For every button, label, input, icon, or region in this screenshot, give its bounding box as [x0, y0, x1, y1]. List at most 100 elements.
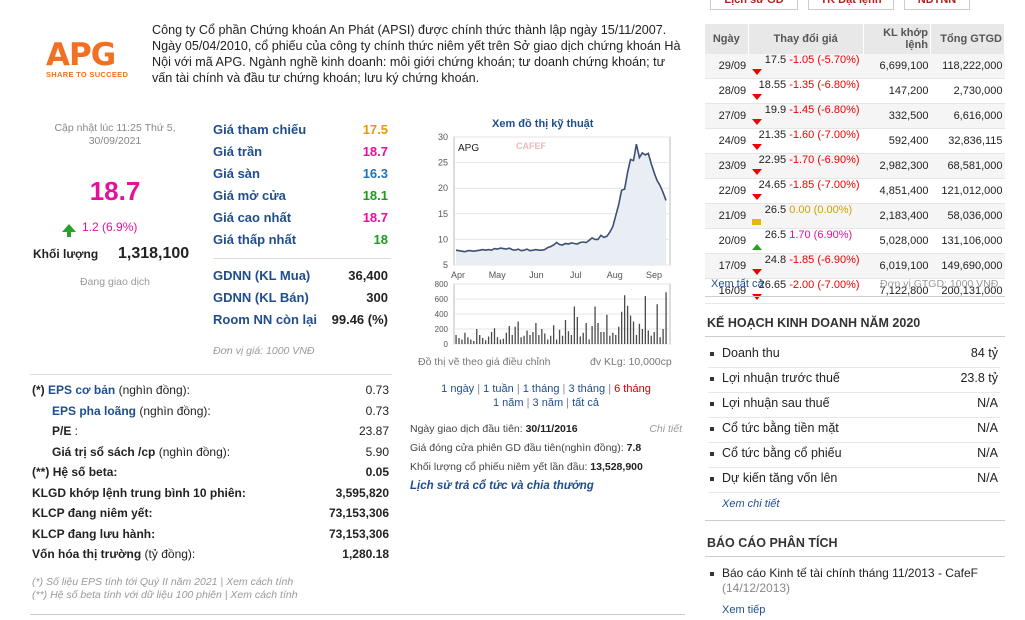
volume-bar	[544, 333, 546, 344]
range-option[interactable]: 1 tuần	[483, 383, 514, 395]
col-date: Ngày	[705, 24, 749, 54]
table-row[interactable]: 27/09 19.9 -1.45 (-6.80%) 332,500 6,616,000	[705, 103, 1005, 129]
volume-bar	[647, 330, 649, 344]
fundamental-value: 0.73	[365, 403, 389, 418]
cell-value: 118,222,000	[930, 54, 1005, 79]
range-option[interactable]: 6 tháng	[614, 383, 651, 395]
volume-bar	[621, 311, 623, 344]
volume-bar	[656, 304, 658, 344]
bullet-icon	[710, 377, 714, 381]
volume-bar	[523, 335, 525, 344]
range-option[interactable]: 1 ngày	[441, 383, 474, 395]
volume-bar	[588, 339, 590, 344]
cell-price: 24.65	[758, 179, 787, 191]
tab-order-stats[interactable]: TK Đặt lệnh	[808, 0, 894, 10]
plan-details-link[interactable]: Xem chi tiết	[722, 498, 779, 510]
range-option[interactable]: 3 năm	[533, 397, 564, 409]
fundamental-name: EPS cơ bản	[48, 383, 116, 397]
table-row[interactable]: 24/09 21.35 -1.60 (-7.00%) 592,400 32,836,1…	[705, 128, 1005, 154]
listing-info: Ngày giao dịch đầu tiên: 30/11/2016 Chi …	[410, 420, 686, 496]
cell-change: 19.9 -1.45 (-6.80%)	[748, 103, 864, 129]
table-row[interactable]: 28/09 18.55 -1.35 (-6.80%) 147,200 2,730,00…	[705, 78, 1005, 104]
plan-row: Doanh thu 84 tỷ	[708, 342, 1000, 368]
report-date: (14/12/2013)	[722, 581, 791, 595]
foreign-label: GDNN (KL Bán)	[213, 290, 309, 305]
foreign-row: GDNN (KL Bán) 300	[213, 288, 391, 310]
current-price: 18.7	[89, 176, 141, 206]
price-value: 17.5	[362, 122, 388, 137]
volume-tick-label: 800	[435, 280, 449, 289]
volume-bar	[547, 339, 549, 344]
cell-date: 17/09	[705, 253, 749, 279]
plan-row: Lợi nhuận sau thuế N/A	[708, 392, 1000, 418]
table-row[interactable]: 22/09 24.65 -1.85 (-7.00%) 4,851,400 121,01…	[705, 178, 1005, 204]
fundamental-row: Giá trị sổ sách /cp (nghìn đồng): 5.90	[30, 442, 392, 463]
plan-value: N/A	[977, 396, 998, 410]
tab-foreign-investors[interactable]: NĐTNN	[904, 0, 970, 10]
chart-range-selector: 1 ngày | 1 tuần | 1 tháng | 3 tháng | 6 …	[418, 382, 674, 410]
divider	[705, 520, 1005, 521]
plan-value: N/A	[977, 471, 998, 485]
cell-change-value: -1.85 (-6.90%)	[789, 254, 860, 266]
volume-bar	[535, 323, 537, 344]
volume-bar	[567, 331, 570, 344]
detail-link[interactable]: Chi tiết	[649, 420, 682, 439]
fundamental-name: KLCP đang lưu hành:	[32, 526, 156, 541]
table-row[interactable]: 23/09 22.95 -1.70 (-6.90%) 2,982,300 68,581…	[705, 153, 1005, 179]
fundamental-value: 1,280.18	[342, 547, 389, 561]
fundamental-label: (*) EPS cơ bản (nghìn đồng):	[32, 383, 190, 397]
volume-value: 1,318,100	[118, 245, 190, 262]
arrow-up-icon	[752, 244, 763, 251]
price-list: Giá tham chiếu 17.5 Giá trần 18.7 Giá sàn 16.…	[213, 120, 391, 252]
cell-price: 18.55	[758, 79, 787, 91]
range-option[interactable]: 3 tháng	[568, 383, 605, 395]
cell-price: 24.8	[764, 254, 787, 266]
volume-bar	[606, 314, 608, 344]
table-row[interactable]: 21/09 26.5 0.00 (0.00%) 2,183,400 58,036,00…	[705, 203, 1005, 229]
see-all-link[interactable]: Xem tất cả	[711, 278, 764, 290]
table-row[interactable]: 20/09 26.5 1.70 (6.90%) 5,028,000 131,106,0…	[705, 228, 1005, 254]
plan-label: Dự kiến tăng vốn lên	[722, 471, 838, 485]
volume-bar	[570, 335, 573, 344]
price-row: Giá trần 18.7	[213, 142, 391, 164]
cell-change-value: -1.70 (-6.90%)	[789, 154, 860, 166]
volume-bar	[594, 306, 596, 344]
range-option[interactable]: 1 tháng	[523, 383, 560, 395]
y-tick-label: 5	[443, 260, 448, 270]
range-option[interactable]: tất cả	[572, 397, 599, 409]
cell-price: 22.95	[758, 154, 787, 166]
technical-chart-link[interactable]: Xem đồ thị kỹ thuật	[492, 118, 593, 130]
volume-bar	[479, 335, 481, 344]
price-value: 18.7	[362, 210, 388, 225]
report-item[interactable]: Báo cáo Kinh tế tài chính tháng 11/2013 …	[722, 566, 992, 596]
volume-bar	[600, 332, 602, 344]
cell-price: 19.9	[764, 104, 787, 116]
company-logo: APG SHARE TO SUCCEED	[46, 40, 138, 80]
volume-tick-label: 400	[435, 310, 449, 319]
cell-change: 21.35 -1.60 (-7.00%)	[748, 128, 864, 154]
logo-slogan: SHARE TO SUCCEED	[46, 70, 129, 79]
tab-trading-history[interactable]: Lịch sử GD	[710, 0, 798, 10]
fundamental-name: P/E	[52, 424, 72, 438]
volume-bar	[511, 335, 513, 344]
report-title[interactable]: Báo cáo Kinh tế tài chính tháng 11/2013 …	[722, 566, 978, 580]
volume-bar	[609, 335, 611, 344]
bullet-icon	[710, 452, 714, 456]
volume-bar	[482, 338, 484, 344]
cell-volume: 2,982,300	[863, 153, 931, 179]
volume-bar	[455, 335, 457, 344]
more-reports-link[interactable]: Xem tiếp	[722, 604, 765, 616]
price-label: Giá cao nhất	[213, 210, 292, 225]
table-row[interactable]: 17/09 24.8 -1.85 (-6.90%) 6,019,100 149,690…	[705, 253, 1005, 279]
trading-history-table: Ngày Thay đổi giá KL khớp lệnh Tổng GTGD…	[705, 24, 1006, 304]
fundamental-label: (**) Hệ số beta:	[32, 465, 117, 479]
range-option[interactable]: 1 năm	[493, 397, 524, 409]
dividend-history-link[interactable]: Lịch sử trả cổ tức và chia thưởng	[410, 480, 594, 492]
volume-bar	[662, 329, 664, 344]
volume-bar	[612, 332, 614, 344]
volume-bar	[520, 337, 522, 344]
volume-bar	[467, 337, 469, 344]
table-row[interactable]: 29/09 17.5 -1.05 (-5.70%) 6,699,100 118,222…	[705, 54, 1005, 79]
price-volume-chart[interactable]: 5 10 15 20 25 30 APG CAFEF Apr May Jun Jul Aug Sep 0 20…	[416, 133, 682, 373]
fundamentals-list: (*) EPS cơ bản (nghìn đồng): 0.73 EPS pha …	[30, 380, 392, 565]
